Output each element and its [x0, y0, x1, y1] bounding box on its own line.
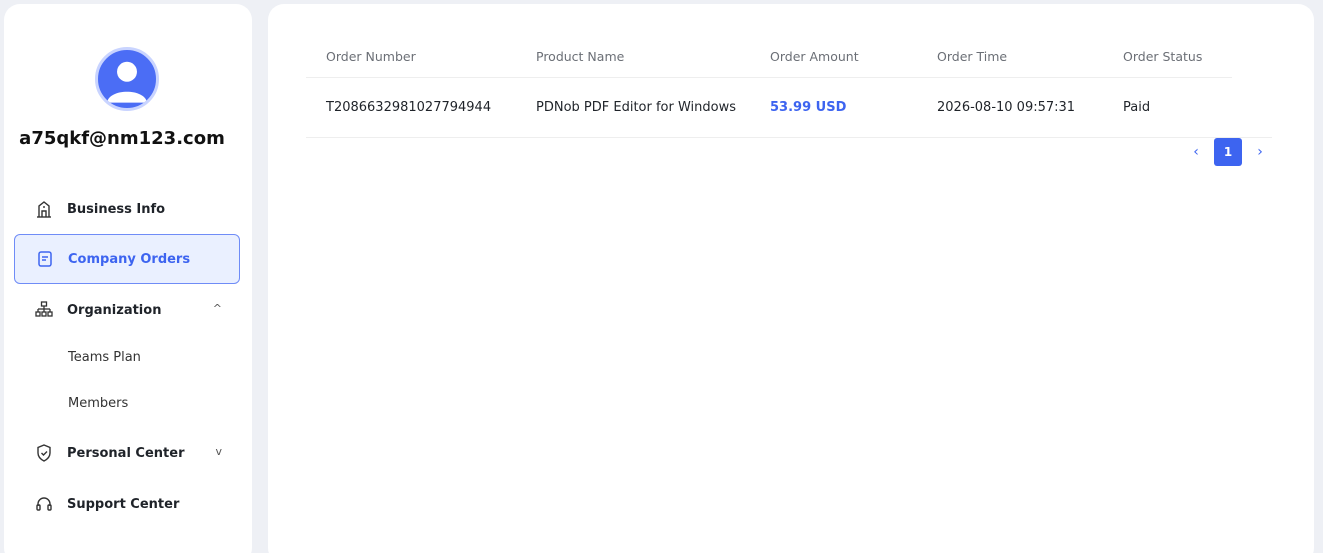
order-number: T2086632981027794944 — [326, 100, 492, 115]
sidebar-item-company-orders[interactable]: Company Orders — [14, 234, 240, 284]
column-header-order-status: Order Status — [1123, 49, 1203, 64]
order-amount: 53.99 USD — [770, 100, 847, 115]
sidebar-item-label: Business Info — [67, 201, 166, 217]
chevron-left-icon[interactable]: ‹ — [1188, 144, 1204, 160]
orders-panel: Order Number Product Name Order Amount O… — [268, 4, 1314, 553]
orders-table: Order Number Product Name Order Amount O… — [306, 36, 1272, 138]
column-header-product-name: Product Name — [536, 49, 625, 64]
sidebar-subitem-teams-plan[interactable]: Teams Plan — [68, 350, 141, 365]
table-row[interactable]: T2086632981027794944 PDNob PDF Editor fo… — [306, 78, 1272, 138]
page-button-current[interactable]: 1 — [1214, 138, 1242, 166]
order-status: Paid — [1123, 100, 1151, 115]
sidebar-item-label: Personal Center — [67, 445, 185, 461]
sidebar-item-label: Support Center — [67, 496, 180, 512]
column-header-order-number: Order Number — [326, 49, 416, 64]
chevron-down-icon: v — [215, 445, 222, 458]
column-header-order-amount: Order Amount — [770, 49, 859, 64]
shield-check-icon — [33, 442, 55, 464]
sidebar-item-business-info[interactable]: Business Info — [14, 184, 240, 234]
chevron-up-icon: ^ — [212, 302, 222, 315]
sidebar-item-personal-center[interactable]: Personal Center v — [14, 428, 240, 478]
sidebar-item-label: Organization — [67, 302, 162, 318]
sidebar-item-label: Company Orders — [68, 251, 191, 267]
building-icon — [33, 198, 55, 220]
order-time: 2026-08-10 09:57:31 — [937, 100, 1076, 115]
headset-icon — [33, 493, 55, 515]
user-icon — [107, 61, 147, 103]
document-icon — [34, 248, 56, 270]
avatar[interactable] — [95, 47, 159, 111]
sidebar: a75qkf@nm123.com Business Info Company O… — [4, 4, 252, 553]
column-header-order-time: Order Time — [937, 49, 1008, 64]
product-name: PDNob PDF Editor for Windows — [536, 100, 737, 115]
sidebar-item-organization[interactable]: Organization ^ — [14, 285, 240, 335]
pagination: ‹ 1 › — [1188, 138, 1268, 166]
table-header: Order Number Product Name Order Amount O… — [306, 36, 1232, 78]
sidebar-subitem-members[interactable]: Members — [68, 396, 128, 411]
org-chart-icon — [33, 299, 55, 321]
chevron-right-icon[interactable]: › — [1252, 144, 1268, 160]
user-email: a75qkf@nm123.com — [19, 128, 225, 149]
sidebar-item-support-center[interactable]: Support Center — [14, 479, 240, 529]
